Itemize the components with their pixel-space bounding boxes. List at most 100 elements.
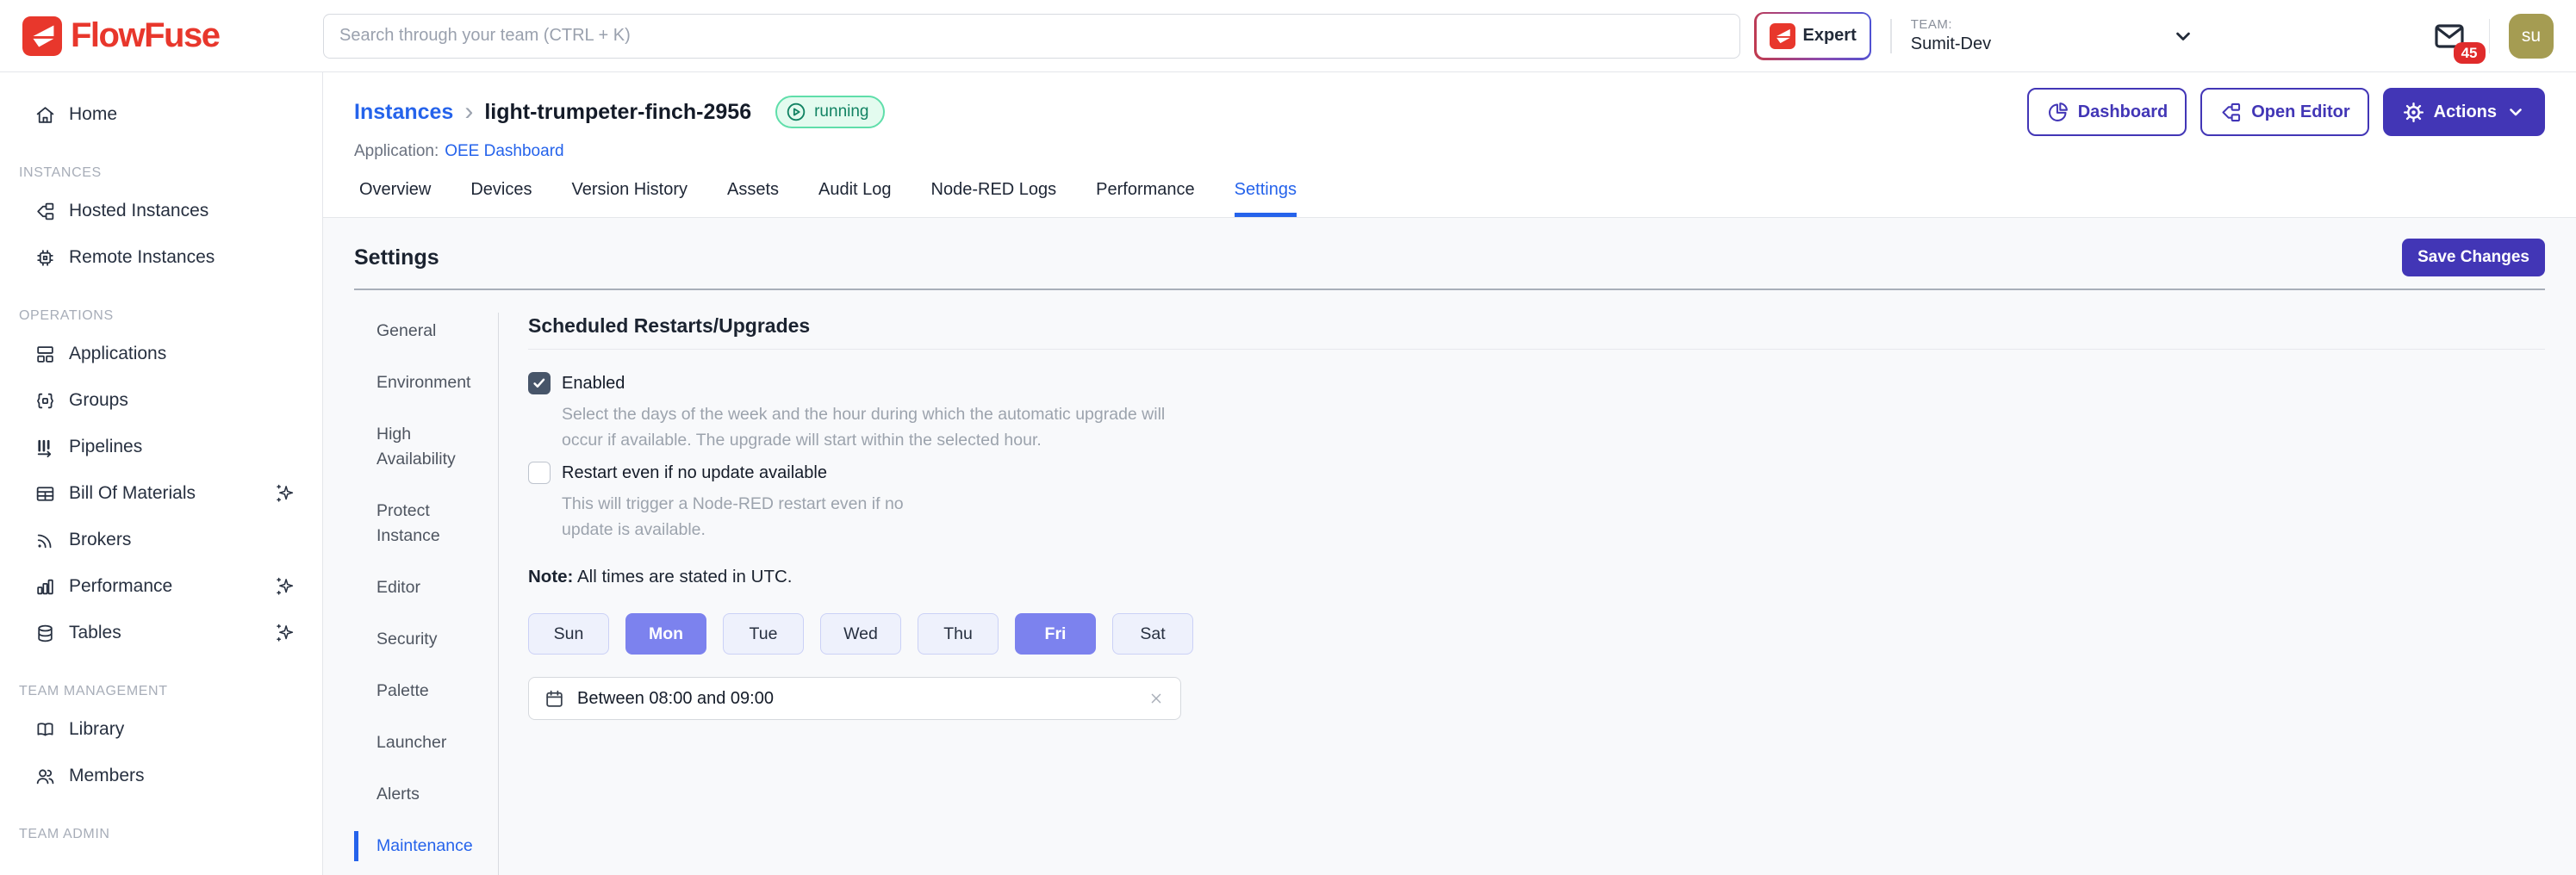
sidebar-item-label: Performance — [69, 576, 261, 597]
actions-button[interactable]: Actions — [2383, 88, 2545, 136]
brokers-icon — [34, 530, 56, 551]
header-divider — [1890, 19, 1892, 53]
restart-checkbox[interactable] — [528, 462, 551, 484]
save-changes-button[interactable]: Save Changes — [2402, 239, 2545, 276]
sidebar-item-groups[interactable]: Groups — [0, 377, 322, 424]
open-editor-button[interactable]: Open Editor — [2200, 88, 2368, 136]
time-range-value: Between 08:00 and 09:00 — [577, 689, 774, 709]
note-label: Note: — [528, 567, 573, 586]
page-title: Settings — [354, 245, 439, 270]
sidebar-item-bill-of-materials[interactable]: Bill Of Materials — [0, 470, 322, 517]
settings-nav-launcher[interactable]: Launcher — [354, 728, 483, 758]
tab-node-red-logs[interactable]: Node-RED Logs — [931, 180, 1057, 217]
application-link[interactable]: OEE Dashboard — [445, 142, 563, 160]
library-icon — [34, 719, 56, 741]
check-icon — [531, 375, 548, 392]
flowfuse-expert-icon — [1770, 23, 1795, 49]
sidebar-item-applications[interactable]: Applications — [0, 331, 322, 377]
sidebar-section-team-admin: TEAM ADMIN — [19, 827, 322, 842]
breadcrumb-instances-link[interactable]: Instances — [354, 100, 453, 125]
sidebar-item-library[interactable]: Library — [0, 706, 322, 753]
sidebar-item-label: Groups — [69, 390, 296, 411]
tab-settings[interactable]: Settings — [1235, 180, 1297, 217]
calendar-icon — [544, 688, 565, 710]
settings-nav-palette[interactable]: Palette — [354, 676, 483, 706]
settings-nav-maintenance[interactable]: Maintenance — [354, 831, 483, 861]
clear-icon[interactable] — [1147, 689, 1166, 708]
sidebar-item-label: Members — [69, 766, 296, 786]
sidebar-item-label: Hosted Instances — [69, 201, 296, 221]
main-area: Instances › light-trumpeter-finch-2956 r… — [323, 72, 2576, 875]
tab-version-history[interactable]: Version History — [572, 180, 688, 217]
settings-content: Settings Save Changes General Environmen… — [323, 218, 2576, 875]
day-selector: Sun Mon Tue Wed Thu Fri Sat — [528, 613, 2545, 655]
header-divider — [2489, 19, 2491, 53]
sidebar-item-label: Applications — [69, 344, 296, 364]
enabled-description: Select the days of the week and the hour… — [562, 401, 1175, 453]
brand-name: FlowFuse — [71, 16, 219, 55]
day-button-sat[interactable]: Sat — [1112, 613, 1193, 655]
search-input[interactable] — [323, 14, 1740, 59]
sidebar-item-hosted-instances[interactable]: Hosted Instances — [0, 188, 322, 234]
utc-note: Note: All times are stated in UTC. — [528, 567, 2545, 587]
tab-assets[interactable]: Assets — [727, 180, 779, 217]
instance-name: light-trumpeter-finch-2956 — [484, 100, 751, 125]
team-selector[interactable]: TEAM: Sumit-Dev — [1911, 17, 2195, 54]
restart-description: This will trigger a Node-RED restart eve… — [562, 491, 956, 543]
note-text: All times are stated in UTC. — [577, 567, 793, 586]
day-button-mon[interactable]: Mon — [625, 613, 706, 655]
application-label: Application: — [354, 142, 439, 160]
sidebar-item-tables[interactable]: Tables — [0, 610, 322, 656]
sidebar-item-remote-instances[interactable]: Remote Instances — [0, 234, 322, 281]
home-icon — [34, 104, 56, 126]
day-button-tue[interactable]: Tue — [723, 613, 804, 655]
avatar[interactable]: su — [2509, 14, 2554, 59]
sidebar-item-pipelines[interactable]: Pipelines — [0, 424, 322, 470]
sidebar-item-brokers[interactable]: Brokers — [0, 517, 322, 563]
sidebar-item-label: Bill Of Materials — [69, 483, 261, 504]
settings-nav-high-availability[interactable]: High Availability — [354, 419, 483, 475]
groups-icon — [34, 390, 56, 412]
sidebar-item-performance[interactable]: Performance — [0, 563, 322, 610]
settings-divider — [354, 289, 2545, 290]
open-editor-button-label: Open Editor — [2251, 102, 2349, 122]
flowfuse-logo-icon — [22, 16, 62, 56]
sidebar-item-label: Remote Instances — [69, 247, 296, 268]
editor-node-icon — [2219, 101, 2243, 124]
notifications-button[interactable]: 45 — [2429, 16, 2470, 57]
pipelines-icon — [34, 437, 56, 458]
day-button-sun[interactable]: Sun — [528, 613, 609, 655]
settings-nav-general[interactable]: General — [354, 316, 483, 346]
dashboard-button[interactable]: Dashboard — [2027, 88, 2187, 136]
flowfuse-logo[interactable]: FlowFuse — [22, 16, 323, 56]
actions-button-label: Actions — [2434, 102, 2497, 122]
day-button-wed[interactable]: Wed — [820, 613, 901, 655]
chevron-down-icon[interactable] — [2171, 24, 2195, 48]
sidebar-section-team-management: TEAM MANAGEMENT — [19, 684, 322, 699]
tab-overview[interactable]: Overview — [359, 180, 431, 217]
app-header: FlowFuse Expert TEAM: Sumit-Dev 45 su — [0, 0, 2576, 72]
tab-audit-log[interactable]: Audit Log — [818, 180, 892, 217]
day-button-thu[interactable]: Thu — [918, 613, 999, 655]
sidebar-item-members[interactable]: Members — [0, 753, 322, 799]
tab-devices[interactable]: Devices — [470, 180, 532, 217]
settings-nav-security[interactable]: Security — [354, 624, 483, 655]
restart-checkbox-row: Restart even if no update available — [528, 462, 2545, 484]
sidebar-item-home[interactable]: Home — [0, 91, 322, 138]
day-button-fri[interactable]: Fri — [1015, 613, 1096, 655]
instance-tabs: Overview Devices Version History Assets … — [354, 180, 2545, 217]
settings-nav-alerts[interactable]: Alerts — [354, 779, 483, 810]
tab-performance[interactable]: Performance — [1096, 180, 1195, 217]
sidebar-item-label: Brokers — [69, 530, 296, 550]
settings-nav-protect-instance[interactable]: Protect Instance — [354, 496, 483, 551]
sidebar-item-label: Pipelines — [69, 437, 296, 457]
pie-chart-icon — [2046, 101, 2069, 124]
section-divider — [528, 349, 2545, 350]
team-label: TEAM: — [1911, 17, 1991, 32]
settings-nav-environment[interactable]: Environment — [354, 368, 483, 398]
time-range-field[interactable]: Between 08:00 and 09:00 — [528, 677, 1181, 720]
settings-nav-editor[interactable]: Editor — [354, 573, 483, 603]
expert-button[interactable]: Expert — [1754, 12, 1871, 60]
enabled-checkbox[interactable] — [528, 372, 551, 394]
sidebar: Home INSTANCES Hosted Instances Remote I… — [0, 72, 323, 875]
